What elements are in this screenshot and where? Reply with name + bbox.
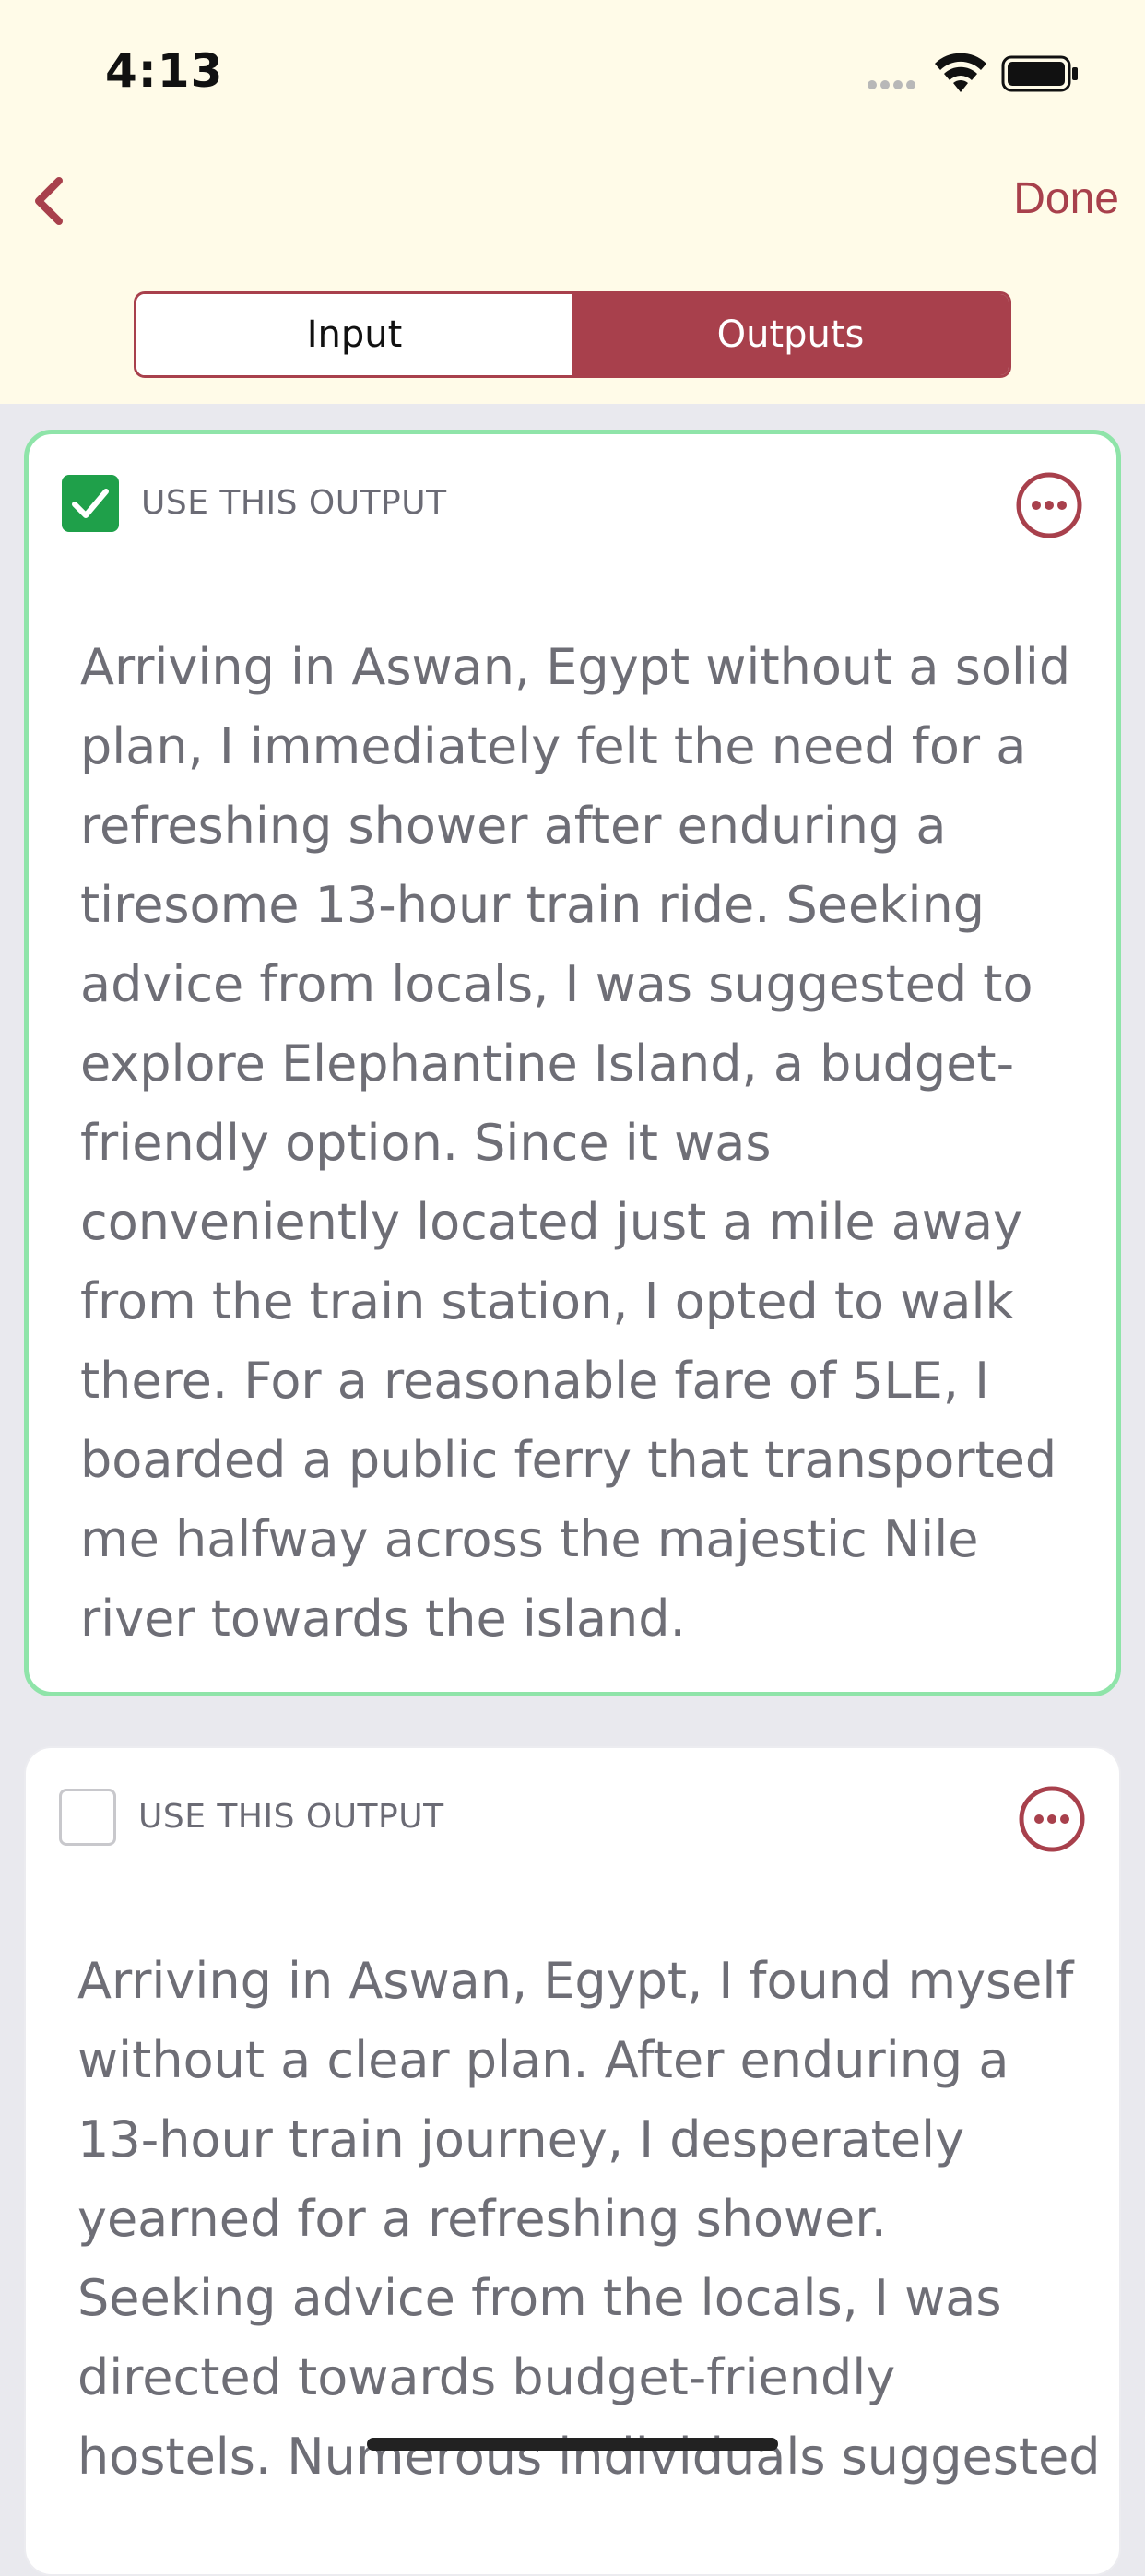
output-text: Arriving in Aswan, Egypt, I found myself…: [77, 1952, 1101, 2486]
use-output-label: USE THIS OUTPUT: [138, 1798, 444, 1836]
use-output-label: USE THIS OUTPUT: [141, 484, 447, 522]
tab-input[interactable]: Input: [136, 294, 572, 375]
output-card-1: USE THIS OUTPUT Arriving in Aswan, Egypt…: [24, 430, 1121, 1696]
output-card-2: USE THIS OUTPUT Arriving in Aswan, Egypt…: [24, 1746, 1121, 2576]
checkmark-icon: [72, 489, 109, 518]
cellular-signal-icon: [868, 80, 915, 89]
output-text: Arriving in Aswan, Egypt without a solid…: [80, 638, 1071, 1648]
status-icons: [867, 52, 1088, 96]
more-options-icon[interactable]: [1018, 1785, 1086, 1853]
back-chevron-icon[interactable]: [15, 166, 89, 240]
home-indicator[interactable]: [367, 2438, 778, 2451]
use-output-checkbox[interactable]: [62, 475, 119, 532]
use-output-checkbox[interactable]: [59, 1789, 116, 1846]
segmented-control: Input Outputs: [134, 291, 1011, 378]
tab-outputs[interactable]: Outputs: [572, 294, 1009, 375]
battery-icon: [1001, 55, 1078, 92]
header: 4:13 Done Input Outputs: [0, 0, 1145, 404]
done-button[interactable]: Done: [1013, 173, 1119, 224]
status-time: 4:13: [105, 44, 224, 98]
more-options-icon[interactable]: [1015, 471, 1083, 539]
wifi-icon: [935, 53, 986, 92]
